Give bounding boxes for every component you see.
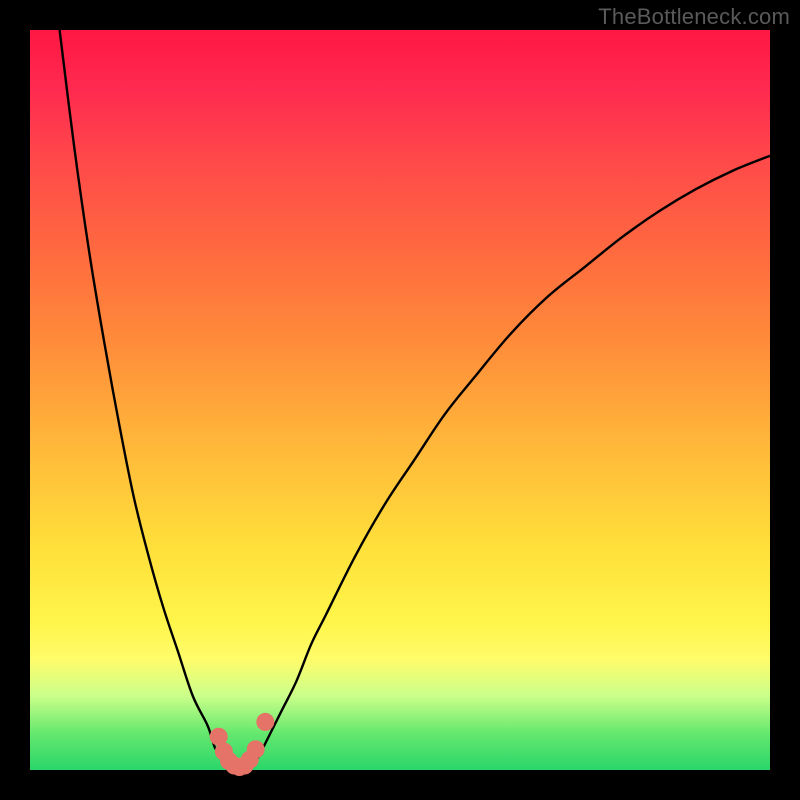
watermark-text: TheBottleneck.com [598,4,790,30]
curve-left-branch [60,30,230,768]
chart-svg [30,30,770,770]
plot-area [30,30,770,770]
marker-dot [247,740,265,758]
chart-frame: TheBottleneck.com [0,0,800,800]
curve-right-branch [252,156,770,768]
marker-dot [256,713,274,731]
